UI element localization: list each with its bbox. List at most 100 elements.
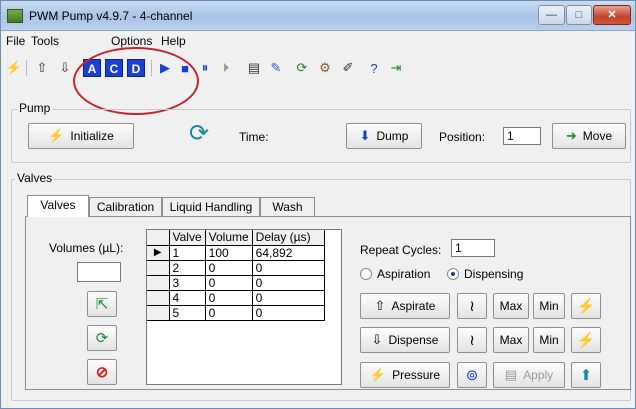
table-cell[interactable]: 3 (169, 275, 206, 291)
tools-icon[interactable]: ⚙ (316, 59, 334, 77)
help-icon[interactable]: ? (365, 59, 383, 77)
dispense-speed-button[interactable]: ≀ (457, 327, 487, 353)
aspirate-button[interactable]: ⇧ Aspirate (360, 293, 450, 319)
row-header (147, 275, 170, 291)
tab-liquid-handling[interactable]: Liquid Handling (162, 197, 260, 217)
table-cell[interactable]: 0 (252, 275, 325, 291)
move-label: Move (582, 129, 613, 143)
table-cell[interactable]: 100 (205, 245, 253, 261)
aspiration-radio[interactable] (360, 268, 372, 280)
lightning-icon: ⚡ (48, 128, 65, 143)
close-button[interactable]: ✕ (593, 5, 631, 25)
table-row[interactable]: 4 0 0 (147, 290, 325, 306)
minimize-button[interactable]: — (538, 5, 565, 25)
aspirate-min-button[interactable]: Min (533, 293, 565, 319)
dispense-min-button[interactable]: Min (533, 327, 565, 353)
clear-button[interactable]: ⊘ (87, 359, 117, 385)
table-cell[interactable]: 0 (205, 275, 253, 291)
table-cell[interactable]: 4 (169, 290, 206, 306)
table-cell[interactable]: 5 (169, 305, 206, 321)
menu-file[interactable]: File (6, 34, 25, 48)
dispense-label: Dispense (388, 333, 439, 347)
lightning-icon[interactable]: ⚡ (5, 59, 23, 77)
toolbar: ⚡ ⇧ ⇩ A C D ▶ ■ ⏸ ⏵ ▤ ✎ ⟳ ⚙ ✐ ? ⇥ (1, 51, 635, 85)
time-label: Time: (239, 130, 269, 144)
pump-group-label: Pump (17, 101, 53, 115)
volumes-input[interactable] (77, 262, 121, 282)
tab-wash[interactable]: Wash (260, 197, 315, 217)
pause-icon[interactable]: ⏸ (196, 59, 214, 77)
aspirate-speed-button[interactable]: ≀ (457, 293, 487, 319)
step-icon[interactable]: ⏵ (217, 59, 235, 77)
arrow-down-icon[interactable]: ⇩ (56, 59, 74, 77)
refresh-button[interactable]: ⟳ (87, 325, 117, 351)
tab-valves[interactable]: Valves (27, 195, 89, 217)
repeat-cycles-label: Repeat Cycles: (360, 243, 442, 257)
position-input[interactable]: 1 (503, 127, 541, 145)
dump-button[interactable]: ⬇ Dump (346, 123, 422, 149)
table-row[interactable]: 5 0 0 (147, 305, 325, 321)
aspirate-run-button[interactable]: ⚡ (571, 293, 601, 319)
initialize-button[interactable]: ⚡ Initialize (28, 123, 134, 149)
no-icon: ⊘ (95, 364, 109, 381)
table-row[interactable]: 3 0 0 (147, 275, 325, 291)
menu-tools[interactable]: Tools (31, 34, 59, 48)
initialize-label: Initialize (70, 129, 114, 143)
toolbar-separator (151, 60, 152, 76)
arrow-up-icon[interactable]: ⇧ (33, 59, 51, 77)
column-header-volume: Volume (205, 230, 253, 246)
apply-button[interactable]: ▤ Apply (493, 362, 565, 388)
hold-button[interactable]: ⊚ (457, 362, 487, 388)
stop-icon[interactable]: ■ (176, 59, 194, 77)
dispensing-radio[interactable] (447, 268, 459, 280)
exit-icon[interactable]: ⇥ (387, 59, 405, 77)
dropper-icon[interactable]: ✐ (339, 59, 357, 77)
column-header-valve: Valve (169, 230, 206, 246)
table-cell[interactable]: 0 (252, 305, 325, 321)
title-bar: PWM Pump v4.9.7 - 4-channel — □ ✕ (1, 1, 635, 31)
pipette-icon[interactable]: ✎ (267, 59, 285, 77)
position-label: Position: (439, 130, 486, 144)
channel-a-button[interactable]: A (83, 59, 101, 77)
dispense-run-button[interactable]: ⚡ (571, 327, 601, 353)
toolbar-separator (26, 60, 27, 76)
table-cell[interactable]: 0 (205, 260, 253, 276)
tab-calibration[interactable]: Calibration (89, 197, 162, 217)
move-arrow-icon: ➜ (565, 128, 577, 143)
table-cell[interactable]: 0 (252, 260, 325, 276)
dispense-button[interactable]: ⇩ Dispense (360, 327, 450, 353)
aspirate-max-button[interactable]: Max (493, 293, 529, 319)
table-cell[interactable]: 0 (205, 305, 253, 321)
app-window: PWM Pump v4.9.7 - 4-channel — □ ✕ File T… (0, 0, 636, 409)
table-cell[interactable]: 64,892 (252, 245, 325, 261)
play-icon[interactable]: ▶ (156, 59, 174, 77)
table-row[interactable]: 2 0 0 (147, 260, 325, 276)
refresh-box-icon[interactable]: ⟳ (293, 59, 311, 77)
channel-c-button[interactable]: C (105, 59, 123, 77)
maximize-button[interactable]: □ (566, 5, 592, 25)
table-header-row: Valve Volume Delay (µs) (147, 230, 325, 246)
repeat-cycles-input[interactable]: 1 (451, 239, 495, 257)
pressure-label: Pressure (392, 368, 441, 382)
pressure-button[interactable]: ⚡ Pressure (360, 362, 450, 388)
move-button[interactable]: ➜ Move (552, 123, 626, 149)
up-button[interactable]: ⬆ (571, 362, 601, 388)
display-icon[interactable]: ▤ (245, 59, 263, 77)
wave-icon: ≀ (469, 332, 475, 349)
table-row[interactable]: ▶ 1 100 64,892 (147, 245, 325, 261)
load-button[interactable]: ⇱ (87, 291, 117, 317)
menu-help[interactable]: Help (161, 34, 186, 48)
arrow-down-icon: ⬇ (359, 128, 371, 143)
table-cell[interactable]: 2 (169, 260, 206, 276)
table-cell[interactable]: 0 (205, 290, 253, 306)
arrow-down-icon: ⇩ (371, 332, 383, 347)
dispense-max-button[interactable]: Max (493, 327, 529, 353)
table-cell[interactable]: 1 (169, 245, 206, 261)
table-cell[interactable]: 0 (252, 290, 325, 306)
window-title: PWM Pump v4.9.7 - 4-channel (29, 9, 193, 23)
dump-label: Dump (376, 129, 409, 143)
arrow-up-icon: ⇧ (374, 298, 386, 313)
row-header-corner (147, 230, 170, 246)
channel-d-button[interactable]: D (127, 59, 145, 77)
menu-options[interactable]: Options (111, 34, 152, 48)
